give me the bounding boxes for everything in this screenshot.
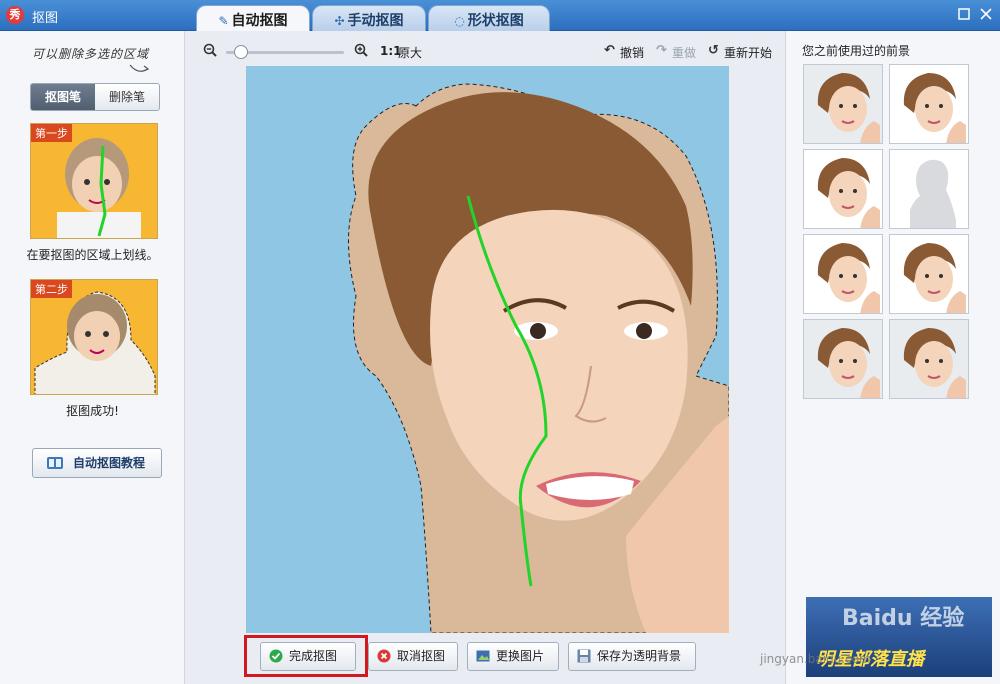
replace-image-button[interactable]: 更换图片 (467, 642, 559, 671)
tab-shape-cutout[interactable]: ◌ 形状抠图 (428, 5, 550, 31)
image-icon (476, 650, 490, 662)
step2-caption: 抠图成功! (66, 404, 119, 418)
image-canvas[interactable] (246, 66, 729, 633)
zoom-in-icon[interactable] (354, 43, 368, 57)
undo-button[interactable]: 撤销 (620, 44, 644, 61)
tab-manual-cutout[interactable]: ✣ 手动抠图 (312, 5, 426, 31)
foreground-thumbnail[interactable] (889, 319, 969, 399)
restart-icon[interactable]: ↺ (708, 43, 719, 58)
title-bar: 秀 抠图 ✎ 自动抠图 ✣ 手动抠图 ◌ 形状抠图 (0, 0, 1000, 32)
close-button[interactable] (978, 6, 994, 22)
cancel-icon (377, 649, 391, 663)
zoom-slider-thumb[interactable] (234, 45, 248, 59)
restart-button[interactable]: 重新开始 (724, 44, 772, 61)
foreground-thumbnail[interactable] (803, 319, 883, 399)
foreground-thumbnail[interactable] (803, 234, 883, 314)
erase-pen-tab[interactable]: 删除笔 (95, 84, 159, 110)
curl-arrow-icon (129, 64, 150, 72)
hint-text: 可以删除多选的区域 (32, 47, 150, 61)
pen-tabs: 抠图笔 删除笔 (30, 83, 160, 111)
portrait-image (246, 66, 729, 633)
step2-badge: 第二步 (31, 280, 72, 298)
shape-icon: ◌ (454, 14, 465, 28)
cancel-cutout-button[interactable]: 取消抠图 (368, 642, 458, 671)
maximize-icon (958, 8, 970, 20)
step1-caption: 在要抠图的区域上划线。 (26, 248, 159, 262)
left-panel: 可以删除多选的区域 抠图笔 删除笔 第一步 在要抠图的区域上划线。 第二步 抠图… (0, 31, 185, 684)
step2-image: 第二步 (30, 279, 158, 395)
recent-foregrounds-title: 您之前使用过的前景 (802, 44, 911, 58)
actual-size-label[interactable]: 原大 (398, 44, 422, 61)
cutout-pen-tab[interactable]: 抠图笔 (31, 84, 95, 110)
book-icon (47, 457, 63, 469)
step1-badge: 第一步 (31, 124, 72, 142)
zoom-out-icon[interactable] (203, 43, 217, 57)
baidu-watermark: Baidu 经验 (842, 606, 965, 631)
auto-cutout-tutorial-button[interactable]: 自动抠图教程 (32, 448, 162, 478)
foreground-thumbnail[interactable] (889, 149, 969, 229)
step1-image: 第一步 (30, 123, 158, 239)
redo-button[interactable]: 重做 (672, 44, 696, 61)
tab-auto-cutout[interactable]: ✎ 自动抠图 (196, 5, 310, 32)
foreground-thumbnail[interactable] (803, 149, 883, 229)
app-logo: 秀 (6, 6, 24, 24)
undo-icon[interactable]: ↶ (604, 43, 615, 58)
save-transparent-button[interactable]: 保存为透明背景 (568, 642, 696, 671)
watermark-url: jingyan.baidu.com (760, 652, 871, 666)
maximize-button[interactable] (956, 6, 972, 22)
close-icon (980, 8, 992, 20)
redo-icon[interactable]: ↷ (656, 43, 667, 58)
window-title: 抠图 (32, 11, 59, 26)
save-icon (577, 649, 591, 663)
foreground-thumbnail[interactable] (889, 234, 969, 314)
foreground-thumbnail[interactable] (803, 64, 883, 144)
finish-button-highlight (244, 635, 368, 677)
lasso-icon: ✣ (334, 14, 345, 28)
foreground-thumbnail[interactable] (889, 64, 969, 144)
main-editor: 1:1 原大 ↶ 撤销 ↷ 重做 ↺ 重新开始 完成抠图 取消抠图 更换图片 保… (186, 31, 784, 684)
editor-toolbar: 1:1 原大 ↶ 撤销 ↷ 重做 ↺ 重新开始 (186, 31, 784, 65)
brush-icon: ✎ (218, 14, 229, 28)
